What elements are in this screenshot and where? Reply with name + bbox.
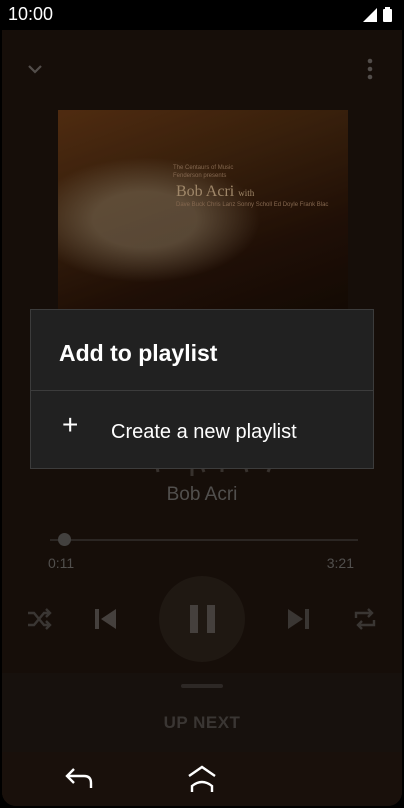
create-new-playlist-button[interactable]: + Create a new playlist	[31, 391, 373, 469]
screen: 10:00 The Centaurs of Music Fenderson pr…	[2, 0, 402, 806]
status-icons	[363, 7, 392, 22]
create-new-playlist-label: Create a new playlist	[111, 421, 297, 443]
status-time: 10:00	[8, 4, 54, 24]
home-icon[interactable]	[186, 764, 218, 794]
navigation-bar	[2, 752, 402, 806]
signal-icon	[363, 7, 377, 22]
status-bar: 10:00	[2, 0, 402, 30]
dialog-title: Add to playlist	[59, 340, 218, 366]
plus-icon: +	[62, 409, 79, 440]
back-icon[interactable]	[64, 766, 94, 792]
add-to-playlist-dialog: Add to playlist + Create a new playlist	[30, 309, 374, 469]
battery-icon	[383, 7, 392, 22]
